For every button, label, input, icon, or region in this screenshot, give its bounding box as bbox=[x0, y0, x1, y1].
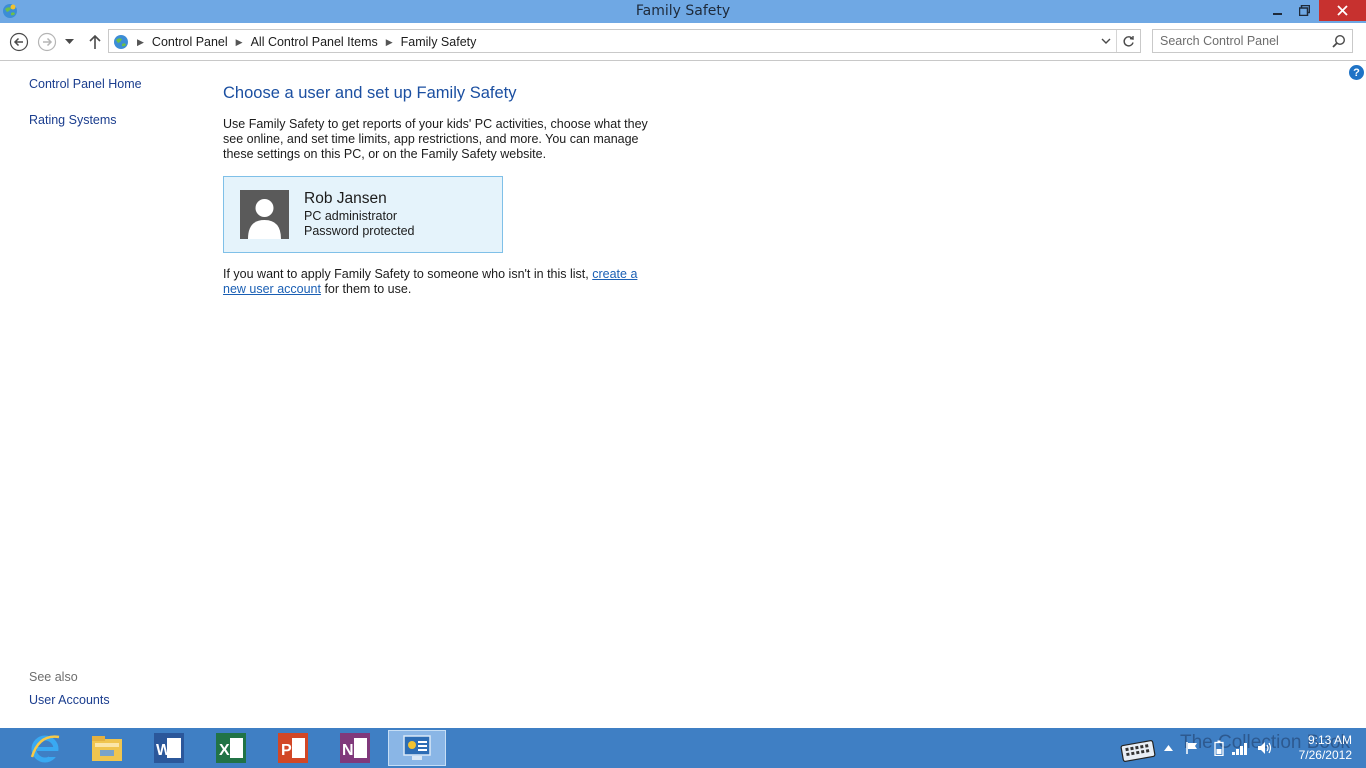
word-icon[interactable]: W bbox=[140, 730, 198, 766]
chevron-right-icon[interactable]: ▶ bbox=[386, 37, 393, 48]
restore-button[interactable] bbox=[1291, 0, 1317, 21]
search-input[interactable] bbox=[1160, 33, 1325, 49]
onenote-icon[interactable]: N bbox=[326, 730, 384, 766]
user-status: Password protected bbox=[304, 224, 415, 238]
breadcrumb-family-safety[interactable]: Family Safety bbox=[401, 35, 477, 49]
control-panel-icon[interactable] bbox=[388, 730, 446, 766]
up-button[interactable] bbox=[85, 32, 105, 52]
rating-systems-link[interactable]: Rating Systems bbox=[29, 113, 117, 127]
internet-explorer-icon[interactable] bbox=[16, 730, 74, 766]
chevron-right-icon[interactable]: ▶ bbox=[236, 37, 243, 48]
network-signal-icon[interactable] bbox=[1230, 728, 1252, 768]
address-bar[interactable]: ▶ Control Panel ▶ All Control Panel Item… bbox=[108, 29, 1141, 53]
address-history-dropdown[interactable] bbox=[1097, 31, 1115, 51]
svg-text:X: X bbox=[219, 742, 230, 759]
note-text-after: for them to use. bbox=[320, 282, 412, 296]
close-button[interactable] bbox=[1319, 0, 1366, 21]
search-icon[interactable] bbox=[1332, 34, 1346, 51]
navigation-bar: ▶ Control Panel ▶ All Control Panel Item… bbox=[0, 23, 1366, 61]
back-button[interactable] bbox=[9, 32, 29, 52]
title-bar: Family Safety bbox=[0, 0, 1366, 23]
breadcrumb-all-items[interactable]: All Control Panel Items bbox=[251, 35, 378, 49]
page-description: Use Family Safety to get reports of your… bbox=[223, 117, 648, 161]
svg-text:P: P bbox=[281, 742, 292, 759]
breadcrumb-control-panel[interactable]: Control Panel bbox=[152, 35, 228, 49]
user-accounts-link[interactable]: User Accounts bbox=[29, 693, 110, 707]
show-hidden-icons-button[interactable] bbox=[1161, 728, 1175, 768]
excel-icon[interactable]: X bbox=[202, 730, 260, 766]
taskbar: W X P N The Collection Book 9:13 AM 7/26… bbox=[0, 728, 1366, 768]
file-explorer-icon[interactable] bbox=[78, 730, 136, 766]
window-title: Family Safety bbox=[635, 3, 731, 19]
svg-text:W: W bbox=[156, 742, 172, 759]
touch-keyboard-icon[interactable] bbox=[1116, 728, 1160, 768]
clock-time: 9:13 AM bbox=[1307, 733, 1352, 747]
minimize-button[interactable] bbox=[1265, 0, 1291, 21]
control-panel-home-link[interactable]: Control Panel Home bbox=[29, 77, 142, 91]
help-icon[interactable]: ? bbox=[1349, 65, 1364, 80]
create-account-note: If you want to apply Family Safety to so… bbox=[223, 267, 653, 297]
recent-locations-dropdown[interactable] bbox=[62, 32, 76, 52]
chevron-right-icon[interactable]: ▶ bbox=[137, 37, 144, 48]
action-center-flag-icon[interactable] bbox=[1183, 728, 1201, 768]
volume-icon[interactable] bbox=[1255, 728, 1275, 768]
page-title: Choose a user and set up Family Safety bbox=[223, 84, 517, 102]
note-text-before: If you want to apply Family Safety to so… bbox=[223, 267, 593, 281]
svg-text:N: N bbox=[342, 742, 354, 759]
search-box[interactable] bbox=[1152, 29, 1353, 53]
refresh-button[interactable] bbox=[1116, 30, 1140, 52]
powerpoint-icon[interactable]: P bbox=[264, 730, 322, 766]
user-role: PC administrator bbox=[304, 209, 398, 223]
control-panel-location-icon bbox=[113, 34, 129, 50]
battery-icon[interactable] bbox=[1210, 728, 1228, 768]
user-name: Rob Jansen bbox=[304, 190, 387, 207]
clock-date: 7/26/2012 bbox=[1298, 748, 1352, 762]
user-tile[interactable]: Rob Jansen PC administrator Password pro… bbox=[223, 176, 503, 253]
forward-button[interactable] bbox=[37, 32, 57, 52]
user-avatar-icon bbox=[240, 190, 289, 239]
system-clock[interactable]: 9:13 AM 7/26/2012 bbox=[1282, 733, 1352, 763]
see-also-label: See also bbox=[29, 670, 78, 684]
